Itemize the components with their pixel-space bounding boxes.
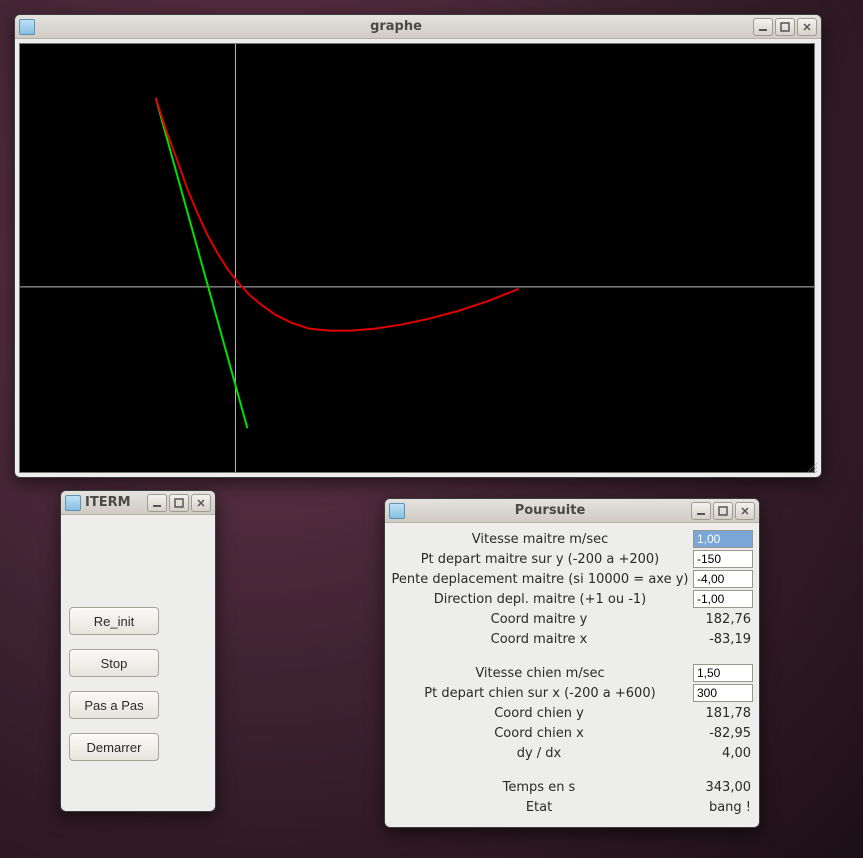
close-button[interactable] [797,18,817,36]
coord-maitre-x-value: -83,19 [691,632,753,647]
row-vitesse-maitre: Vitesse maitre m/sec [391,529,753,549]
pt-depart-chien-input[interactable] [693,684,753,702]
pt-depart-maitre-input[interactable] [693,550,753,568]
coord-chien-x-value: -82,95 [691,726,753,741]
row-coord-chien-y: Coord chien y 181,78 [391,703,753,723]
app-icon [65,495,81,511]
row-coord-chien-x: Coord chien x -82,95 [391,723,753,743]
pente-input[interactable] [693,570,753,588]
row-etat: Etat bang ! [391,797,753,817]
window-title: graphe [39,19,753,34]
window-title: ITERM [85,495,147,510]
label: Coord maitre x [391,632,691,647]
close-button[interactable] [735,502,755,520]
series-maitre [156,98,248,428]
stop-button[interactable]: Stop [69,649,159,677]
reinit-button[interactable]: Re_init [69,607,159,635]
titlebar-iterm[interactable]: ITERM [61,491,215,515]
maximize-button[interactable] [169,494,189,512]
window-controls [147,494,211,512]
label: Vitesse maitre m/sec [391,532,693,547]
etat-value: bang ! [691,800,753,815]
vitesse-maitre-input[interactable] [693,530,753,548]
row-coord-maitre-x: Coord maitre x -83,19 [391,629,753,649]
demarrer-button[interactable]: Demarrer [69,733,159,761]
poursuite-body: Vitesse maitre m/sec Pt depart maitre su… [385,523,759,827]
label: Pente deplacement maitre (si 10000 = axe… [391,572,693,587]
resize-grip-icon[interactable] [804,460,818,474]
label: Vitesse chien m/sec [391,666,693,681]
minimize-button[interactable] [753,18,773,36]
row-dydx: dy / dx 4,00 [391,743,753,763]
minimize-button[interactable] [691,502,711,520]
label: Pt depart chien sur x (-200 a +600) [391,686,693,701]
close-button[interactable] [191,494,211,512]
pas-a-pas-button[interactable]: Pas a Pas [69,691,159,719]
plot-canvas [19,43,815,473]
window-title: Poursuite [409,503,691,518]
window-graphe: graphe [14,14,822,478]
window-iterm: ITERM Re_init Stop Pas a Pas Demarrer [60,490,216,812]
iterm-body: Re_init Stop Pas a Pas Demarrer [61,599,215,769]
label: Coord chien y [391,706,691,721]
minimize-button[interactable] [147,494,167,512]
label: dy / dx [391,746,691,761]
dydx-value: 4,00 [691,746,753,761]
label: Coord chien x [391,726,691,741]
row-pt-depart-chien: Pt depart chien sur x (-200 a +600) [391,683,753,703]
row-pt-depart-maitre: Pt depart maitre sur y (-200 a +200) [391,549,753,569]
vitesse-chien-input[interactable] [693,664,753,682]
label: Etat [391,800,691,815]
maximize-button[interactable] [713,502,733,520]
temps-value: 343,00 [691,780,753,795]
window-poursuite: Poursuite Vitesse maitre m/sec Pt depart… [384,498,760,828]
titlebar-poursuite[interactable]: Poursuite [385,499,759,523]
coord-chien-y-value: 181,78 [691,706,753,721]
maximize-button[interactable] [775,18,795,36]
label: Coord maitre y [391,612,691,627]
window-controls [753,18,817,36]
label: Direction depl. maitre (+1 ou -1) [391,592,693,607]
window-controls [691,502,755,520]
coord-maitre-y-value: 182,76 [691,612,753,627]
row-vitesse-chien: Vitesse chien m/sec [391,663,753,683]
row-coord-maitre-y: Coord maitre y 182,76 [391,609,753,629]
direction-input[interactable] [693,590,753,608]
row-pente: Pente deplacement maitre (si 10000 = axe… [391,569,753,589]
row-temps: Temps en s 343,00 [391,777,753,797]
app-icon [389,503,405,519]
label: Temps en s [391,780,691,795]
titlebar-graphe[interactable]: graphe [15,15,821,39]
label: Pt depart maitre sur y (-200 a +200) [391,552,693,567]
row-direction: Direction depl. maitre (+1 ou -1) [391,589,753,609]
app-icon [19,19,35,35]
